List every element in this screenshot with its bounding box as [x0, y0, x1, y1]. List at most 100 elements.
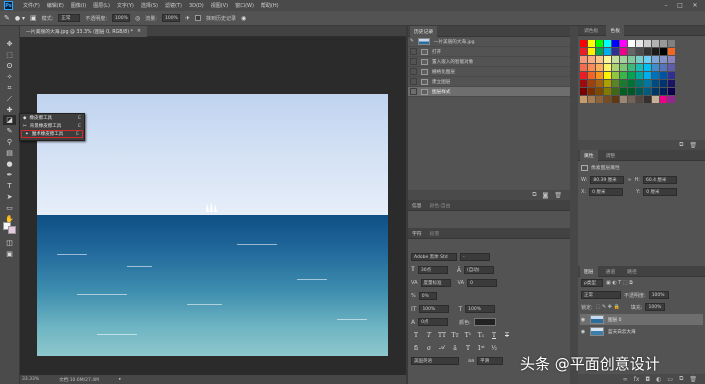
tracking-input[interactable]: 0 — [467, 279, 498, 287]
color-swatch[interactable] — [668, 88, 675, 95]
color-swatch[interactable] — [612, 64, 619, 71]
link-icon[interactable]: ∞ — [627, 177, 631, 183]
paragraph-tab-label[interactable]: 段落 — [430, 230, 440, 237]
color-swatch[interactable] — [652, 40, 659, 47]
color-swatch[interactable] — [580, 80, 587, 87]
color-swatch[interactable] — [644, 80, 651, 87]
marquee-tool-icon[interactable]: ⬚ — [3, 50, 16, 60]
color-swatch[interactable] — [628, 88, 635, 95]
color-swatch[interactable] — [620, 96, 627, 103]
color-swatch[interactable] — [628, 64, 635, 71]
opacity-input[interactable]: 100% — [112, 14, 131, 22]
menu-select[interactable]: 选择(S) — [141, 2, 158, 9]
color-swatch[interactable] — [644, 96, 651, 103]
color-swatch[interactable] — [660, 48, 667, 55]
color-swatch[interactable] — [660, 40, 667, 47]
color-swatch[interactable] — [588, 80, 595, 87]
trash-icon[interactable]: 🗑 — [554, 192, 562, 199]
old-style-button[interactable]: σ — [424, 344, 434, 353]
anti-alias-select[interactable]: 平滑 — [477, 357, 504, 365]
color-swatch[interactable] — [660, 96, 667, 103]
trash-icon[interactable]: 🗑 — [689, 142, 697, 149]
visibility-eye-icon[interactable]: ◉ — [580, 317, 586, 323]
color-swatch[interactable] — [612, 40, 619, 47]
color-swatch[interactable] — [612, 88, 619, 95]
color-swatch[interactable] — [596, 80, 603, 87]
history-state[interactable]: 栅格化图层 — [408, 67, 570, 77]
document-tab[interactable]: 一片美丽的大海.jpg @ 33.3% (图层 0, RGB/8) * × — [20, 26, 148, 37]
color-swatch[interactable] — [612, 80, 619, 87]
close-window-button[interactable]: ✕ — [689, 1, 701, 9]
color-swatch[interactable] — [588, 88, 595, 95]
color-swatch[interactable] — [660, 88, 667, 95]
pen-tool-icon[interactable]: ✒ — [3, 170, 16, 180]
tab-swatches[interactable]: 色板 — [606, 25, 625, 36]
font-family-select[interactable]: Adobe 黑体 Std — [411, 253, 457, 261]
tab-properties[interactable]: 属性 — [580, 149, 598, 161]
dodge-tool-icon[interactable]: ● — [3, 159, 16, 169]
layer-row-selected[interactable]: ◉ 图层 0 — [580, 314, 703, 325]
menu-edit[interactable]: 编辑(E) — [47, 2, 64, 9]
width-input[interactable]: 80.39 厘米 — [590, 176, 625, 184]
color-swatch[interactable] — [668, 80, 675, 87]
color-swatch[interactable] — [668, 96, 675, 103]
color-swatch[interactable] — [612, 72, 619, 79]
color-swatch[interactable] — [652, 80, 659, 87]
gradient-tool-icon[interactable]: ▤ — [3, 148, 16, 158]
color-swatch[interactable] — [668, 72, 675, 79]
color-swatch[interactable] — [668, 56, 675, 63]
screen-mode-icon[interactable]: ▣ — [3, 249, 16, 259]
menu-window[interactable]: 窗口(W) — [235, 2, 254, 9]
color-swatch[interactable] — [628, 80, 635, 87]
airbrush-icon[interactable]: ✈ — [185, 15, 190, 22]
color-swatch[interactable] — [628, 48, 635, 55]
move-tool-icon[interactable]: ✥ — [3, 39, 16, 49]
subscript-button[interactable]: T₁ — [476, 331, 486, 340]
color-swatch[interactable] — [652, 72, 659, 79]
layer-filter-select[interactable]: ρ类型 — [581, 279, 603, 287]
color-swatch[interactable] — [620, 56, 627, 63]
color-swatch[interactable] — [660, 72, 667, 79]
color-swatch[interactable] — [644, 72, 651, 79]
color-swatch[interactable] — [628, 72, 635, 79]
tab-adjustments[interactable]: 调整 — [602, 150, 620, 161]
snapshot-camera-icon[interactable]: ◙ — [543, 192, 549, 199]
info-tab-label[interactable]: 信息 — [412, 202, 422, 209]
color-swatch[interactable] — [652, 64, 659, 71]
menu-file[interactable]: 文件(F) — [23, 2, 40, 9]
info-panel-header[interactable]: 信息 颜色:自由 — [408, 200, 570, 211]
mode-select[interactable]: 正常 — [58, 14, 81, 22]
vertical-scale-input[interactable]: 100% — [419, 305, 450, 313]
color-swatch[interactable] — [596, 40, 603, 47]
pressure-opacity-icon[interactable]: ◎ — [135, 15, 140, 22]
color-swatch[interactable] — [580, 64, 587, 71]
menu-3d[interactable]: 3D(D) — [189, 3, 204, 9]
color-swatch[interactable] — [668, 64, 675, 71]
titling-button[interactable]: T — [463, 344, 473, 353]
ligature-button[interactable]: fi — [411, 344, 421, 353]
color-swatch[interactable] — [620, 40, 627, 47]
color-swatch[interactable] — [588, 64, 595, 71]
color-swatch[interactable] — [596, 96, 603, 103]
color-tab-label[interactable]: 颜色:自由 — [430, 202, 451, 209]
superscript-button[interactable]: T¹ — [463, 331, 473, 340]
language-select[interactable]: 美国英语 — [411, 357, 459, 365]
color-swatch[interactable] — [620, 88, 627, 95]
tab-paths[interactable]: 路径 — [623, 266, 641, 277]
color-swatch[interactable] — [636, 40, 643, 47]
path-select-tool-icon[interactable]: ➤ — [3, 192, 16, 202]
color-swatch[interactable] — [652, 88, 659, 95]
new-swatch-icon[interactable]: ⧉ — [679, 141, 683, 149]
ordinals-button[interactable]: 1ˢᵗ — [476, 344, 486, 353]
color-swatch[interactable] — [628, 56, 635, 63]
healing-brush-tool-icon[interactable]: ✚ — [3, 105, 16, 115]
color-swatch[interactable] — [588, 56, 595, 63]
color-swatch[interactable] — [604, 88, 611, 95]
character-panel-header[interactable]: 字符 段落 — [408, 228, 570, 239]
font-style-select[interactable]: - — [460, 253, 490, 261]
new-document-from-state-icon[interactable]: ⧉ — [532, 191, 536, 199]
quick-mask-icon[interactable]: ◫ — [3, 238, 16, 248]
color-swatch[interactable] — [620, 80, 627, 87]
color-swatch[interactable] — [604, 72, 611, 79]
faux-bold-button[interactable]: T — [411, 331, 421, 340]
